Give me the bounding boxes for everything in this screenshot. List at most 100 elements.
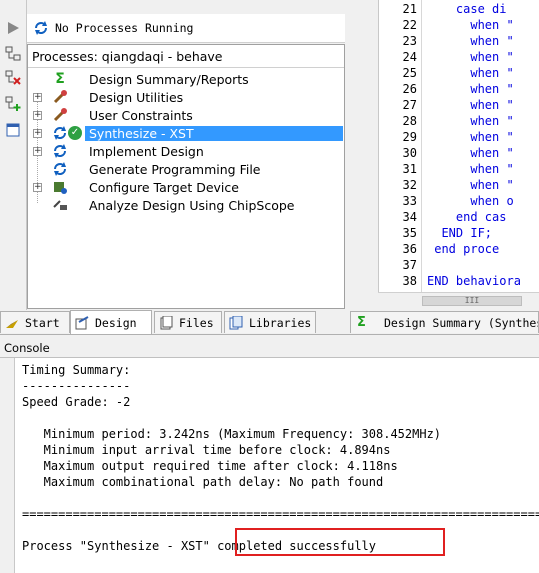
process-status-text: No Processes Running <box>55 21 194 35</box>
code-line[interactable]: when " <box>427 113 513 129</box>
refresh-icon <box>52 125 68 141</box>
hierarchy-icon[interactable] <box>3 44 23 64</box>
process-label: Synthesize - XST <box>85 125 343 141</box>
sigma-icon: Σ <box>55 71 65 87</box>
panel-icon[interactable] <box>3 120 23 140</box>
tab-label: Design Summary (Synthesi <box>383 315 538 330</box>
line-number: 28 <box>402 114 417 128</box>
line-number: 23 <box>402 34 417 48</box>
expand-icon[interactable]: + <box>33 110 42 120</box>
expand-icon[interactable]: + <box>33 92 42 102</box>
code-line[interactable]: case di <box>427 1 507 17</box>
process-status-row: No Processes Running <box>27 14 345 43</box>
constraints-icon <box>52 107 68 123</box>
code-line[interactable]: when " <box>427 129 513 145</box>
process-item-chipscope[interactable]: Analyze Design Using ChipScope <box>28 196 344 214</box>
process-item-configure-device[interactable]: + Configure Target Device <box>28 178 344 196</box>
line-number: 31 <box>402 162 417 176</box>
process-item-user-constraints[interactable]: + User Constraints <box>28 106 344 124</box>
refresh-icon <box>52 143 68 159</box>
code-line[interactable]: when " <box>427 17 513 33</box>
tab-label: Libraries <box>249 315 312 330</box>
refresh-icon <box>52 161 68 177</box>
code-line[interactable]: end cas <box>427 209 507 225</box>
console-line: Minimum input arrival time before clock:… <box>22 443 391 457</box>
start-icon <box>5 316 19 330</box>
console-title: Console <box>0 338 539 358</box>
line-number: 24 <box>402 50 417 64</box>
console-gutter <box>0 358 15 573</box>
process-label: Design Utilities <box>89 89 184 105</box>
process-item-design-utilities[interactable]: + Design Utilities <box>28 88 344 106</box>
design-icon <box>75 315 89 330</box>
console-line: Maximum output required time after clock… <box>22 459 398 473</box>
line-number: 32 <box>402 178 417 192</box>
console-line: ========================================… <box>22 507 539 521</box>
process-label: User Constraints <box>89 107 193 123</box>
tab-label: Design <box>95 315 137 330</box>
tab-libraries[interactable]: Libraries <box>224 311 316 333</box>
line-number: 29 <box>402 130 417 144</box>
code-line[interactable]: END behaviora <box>427 273 521 289</box>
process-item-generate-programming[interactable]: Generate Programming File <box>28 160 344 178</box>
run-icon[interactable] <box>3 18 23 38</box>
code-editor[interactable]: 21 case di 22 when " 23 when " 24 when " 25 … <box>378 0 539 292</box>
panel-splitter[interactable] <box>346 0 377 310</box>
processes-panel: Processes: qiangdaqi - behave Σ Design S… <box>27 44 345 309</box>
remove-hierarchy-icon[interactable] <box>3 68 23 88</box>
refresh-icon <box>35 21 47 35</box>
line-number: 35 <box>402 226 417 240</box>
code-line[interactable]: when " <box>427 161 513 177</box>
chipscope-icon <box>52 197 68 213</box>
code-line[interactable]: when " <box>427 177 513 193</box>
console-line: Maximum combinational path delay: No pat… <box>22 475 384 489</box>
scrollbar-thumb[interactable]: III <box>422 296 522 306</box>
highlight-box <box>235 528 445 556</box>
add-hierarchy-icon[interactable] <box>3 94 23 114</box>
console-line: Speed Grade: -2 <box>22 395 131 409</box>
libraries-icon <box>229 315 243 330</box>
code-line[interactable]: when " <box>427 81 513 97</box>
process-label: Implement Design <box>89 143 204 159</box>
line-number: 38 <box>402 274 417 288</box>
process-item-implement[interactable]: + Implement Design <box>28 142 344 160</box>
left-toolbar <box>0 0 27 310</box>
line-number: 21 <box>402 2 417 16</box>
line-number: 33 <box>402 194 417 208</box>
tab-files[interactable]: Files <box>154 311 222 333</box>
check-icon: ✓ <box>68 126 82 140</box>
panel-tab-bar: Start Design Files Libraries Σ Design Su… <box>0 310 539 335</box>
line-number: 22 <box>402 18 417 32</box>
code-line[interactable]: when " <box>427 97 513 113</box>
process-item-design-summary[interactable]: Σ Design Summary/Reports <box>28 70 344 88</box>
tab-start[interactable]: Start <box>0 311 70 333</box>
tab-design-summary[interactable]: Σ Design Summary (Synthesi <box>350 311 539 333</box>
line-number: 26 <box>402 82 417 96</box>
sigma-icon: Σ <box>357 315 366 330</box>
code-line[interactable]: when " <box>427 65 513 81</box>
files-icon <box>159 315 173 330</box>
code-line[interactable]: when " <box>427 145 513 161</box>
tab-design[interactable]: Design <box>70 310 152 334</box>
process-label: Analyze Design Using ChipScope <box>89 197 295 213</box>
line-number: 27 <box>402 98 417 112</box>
line-number: 34 <box>402 210 417 224</box>
expand-icon[interactable]: + <box>33 128 42 138</box>
process-item-synthesize[interactable]: + ✓ Synthesize - XST <box>28 124 344 142</box>
code-line[interactable]: end proce <box>427 241 499 257</box>
expand-icon[interactable]: + <box>33 182 42 192</box>
process-label: Design Summary/Reports <box>89 71 249 87</box>
line-number: 30 <box>402 146 417 160</box>
code-line[interactable]: END IF; <box>427 225 492 241</box>
code-line[interactable]: when o <box>427 193 513 209</box>
tab-label: Start <box>25 315 60 330</box>
console-line: --------------- <box>22 379 131 393</box>
code-line[interactable]: when " <box>427 49 513 65</box>
console-line: Minimum period: 3.242ns (Maximum Frequen… <box>22 427 442 441</box>
code-line[interactable]: when " <box>427 33 513 49</box>
tab-label: Files <box>179 315 214 330</box>
expand-icon[interactable]: + <box>33 146 42 156</box>
editor-horizontal-scrollbar[interactable]: III <box>378 292 539 309</box>
line-number: 36 <box>402 242 417 256</box>
process-label: Generate Programming File <box>89 161 261 177</box>
